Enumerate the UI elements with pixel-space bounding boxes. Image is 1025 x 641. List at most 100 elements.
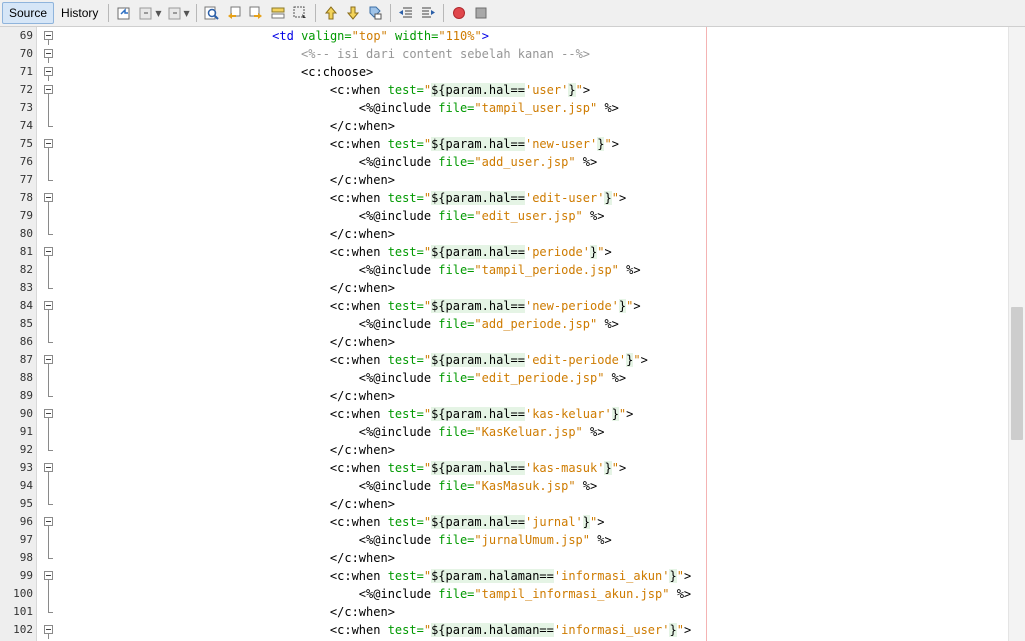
code-text[interactable]: <c:choose>	[301, 63, 373, 81]
code-text[interactable]: </c:when>	[330, 495, 395, 513]
scrollbar-thumb[interactable]	[1011, 307, 1023, 440]
start-macro-icon[interactable]	[449, 3, 469, 23]
shift-left-icon[interactable]	[396, 3, 416, 23]
tab-history[interactable]: History	[55, 2, 104, 24]
chevron-down-icon[interactable]: ▼	[155, 9, 161, 18]
code-text[interactable]: <%@include file="tampil_periode.jsp" %>	[359, 261, 641, 279]
code-text[interactable]: <c:when test="${param.hal=='new-periode'…	[330, 297, 641, 315]
fold-toggle-icon[interactable]	[44, 571, 53, 580]
fold-toggle-icon[interactable]	[44, 355, 53, 364]
code-text[interactable]: </c:when>	[330, 279, 395, 297]
code-line[interactable]: 93 <c:when test="${param.hal=='kas-masuk'…	[0, 459, 1008, 477]
code-text[interactable]: <c:when test="${param.hal=='jurnal'}">	[330, 513, 604, 531]
code-text[interactable]: <%@include file="KasKeluar.jsp" %>	[359, 423, 605, 441]
code-text[interactable]: <c:when test="${param.hal=='edit-user'}"…	[330, 189, 626, 207]
code-line[interactable]: 88 <%@include file="edit_periode.jsp" %>	[0, 369, 1008, 387]
code-line[interactable]: 89 </c:when>	[0, 387, 1008, 405]
code-line[interactable]: 87 <c:when test="${param.hal=='edit-perio…	[0, 351, 1008, 369]
previous-bookmark-icon[interactable]	[321, 3, 341, 23]
shift-right-icon[interactable]	[418, 3, 438, 23]
code-text[interactable]: </c:when>	[330, 549, 395, 567]
back-icon[interactable]	[136, 3, 156, 23]
code-text[interactable]: <%@include file="KasMasuk.jsp" %>	[359, 477, 597, 495]
code-text[interactable]: <%-- isi dari content sebelah kanan --%>	[301, 45, 590, 63]
fold-toggle-icon[interactable]	[44, 49, 53, 58]
find-icon[interactable]	[202, 3, 222, 23]
find-next-icon[interactable]	[246, 3, 266, 23]
code-line[interactable]: 73 <%@include file="tampil_user.jsp" %>	[0, 99, 1008, 117]
code-line[interactable]: 77 </c:when>	[0, 171, 1008, 189]
code-line[interactable]: 94 <%@include file="KasMasuk.jsp" %>	[0, 477, 1008, 495]
code-line[interactable]: 82 <%@include file="tampil_periode.jsp" %…	[0, 261, 1008, 279]
forward-icon[interactable]	[165, 3, 185, 23]
code-line[interactable]: 96 <c:when test="${param.hal=='jurnal'}">	[0, 513, 1008, 531]
code-line[interactable]: 75 <c:when test="${param.hal=='new-user'}…	[0, 135, 1008, 153]
code-line[interactable]: 95 </c:when>	[0, 495, 1008, 513]
code-line[interactable]: 72 <c:when test="${param.hal=='user'}">	[0, 81, 1008, 99]
code-text[interactable]: </c:when>	[330, 441, 395, 459]
fold-toggle-icon[interactable]	[44, 85, 53, 94]
fold-toggle-icon[interactable]	[44, 193, 53, 202]
code-line[interactable]: 101 </c:when>	[0, 603, 1008, 621]
code-text[interactable]: <%@include file="edit_user.jsp" %>	[359, 207, 605, 225]
code-text[interactable]: </c:when>	[330, 225, 395, 243]
code-text[interactable]: </c:when>	[330, 117, 395, 135]
code-text[interactable]: <td valign="top" width="110%">	[272, 27, 489, 45]
fold-toggle-icon[interactable]	[44, 409, 53, 418]
code-line[interactable]: 92 </c:when>	[0, 441, 1008, 459]
code-text[interactable]: </c:when>	[330, 603, 395, 621]
chevron-down-icon[interactable]: ▼	[184, 9, 190, 18]
code-editor[interactable]: 69 <td valign="top" width="110%"> 70 <%-- i…	[0, 27, 1025, 641]
code-line[interactable]: 80 </c:when>	[0, 225, 1008, 243]
code-line[interactable]: 70 <%-- isi dari content sebelah kanan --…	[0, 45, 1008, 63]
code-text[interactable]: <%@include file="add_user.jsp" %>	[359, 153, 597, 171]
code-text[interactable]: <c:when test="${param.hal=='kas-keluar'}…	[330, 405, 633, 423]
fold-toggle-icon[interactable]	[44, 67, 53, 76]
find-previous-icon[interactable]	[224, 3, 244, 23]
code-text[interactable]: </c:when>	[330, 171, 395, 189]
code-text[interactable]: <c:when test="${param.hal=='user'}">	[330, 81, 590, 99]
code-text[interactable]: <%@include file="jurnalUmum.jsp" %>	[359, 531, 612, 549]
toggle-highlight-icon[interactable]	[268, 3, 288, 23]
code-line[interactable]: 90 <c:when test="${param.hal=='kas-keluar…	[0, 405, 1008, 423]
code-text[interactable]: <c:when test="${param.hal=='edit-periode…	[330, 351, 648, 369]
code-line[interactable]: 97 <%@include file="jurnalUmum.jsp" %>	[0, 531, 1008, 549]
code-text[interactable]: <c:when test="${param.halaman=='informas…	[330, 621, 691, 639]
code-text[interactable]: <%@include file="tampil_user.jsp" %>	[359, 99, 619, 117]
code-line[interactable]: 76 <%@include file="add_user.jsp" %>	[0, 153, 1008, 171]
code-line[interactable]: 74 </c:when>	[0, 117, 1008, 135]
stop-macro-icon[interactable]	[471, 3, 491, 23]
fold-toggle-icon[interactable]	[44, 625, 53, 634]
code-line[interactable]: 86 </c:when>	[0, 333, 1008, 351]
fold-toggle-icon[interactable]	[44, 301, 53, 310]
code-text[interactable]: <c:when test="${param.hal=='new-user'}">	[330, 135, 619, 153]
fold-toggle-icon[interactable]	[44, 247, 53, 256]
code-text[interactable]: <c:when test="${param.halaman=='informas…	[330, 567, 691, 585]
code-text[interactable]: <c:when test="${param.hal=='kas-masuk'}"…	[330, 459, 626, 477]
code-line[interactable]: 91 <%@include file="KasKeluar.jsp" %>	[0, 423, 1008, 441]
vertical-scrollbar[interactable]	[1008, 27, 1025, 641]
code-line[interactable]: 102 <c:when test="${param.halaman=='infor…	[0, 621, 1008, 639]
code-text[interactable]: <%@include file="tampil_informasi_akun.j…	[359, 585, 691, 603]
last-edit-icon[interactable]	[114, 3, 134, 23]
toggle-rectangular-selection-icon[interactable]	[290, 3, 310, 23]
code-line[interactable]: 98 </c:when>	[0, 549, 1008, 567]
code-line[interactable]: 85 <%@include file="add_periode.jsp" %>	[0, 315, 1008, 333]
code-line[interactable]: 84 <c:when test="${param.hal=='new-period…	[0, 297, 1008, 315]
code-text[interactable]: <%@include file="add_periode.jsp" %>	[359, 315, 619, 333]
toggle-bookmark-icon[interactable]	[365, 3, 385, 23]
fold-toggle-icon[interactable]	[44, 517, 53, 526]
next-bookmark-icon[interactable]	[343, 3, 363, 23]
code-line[interactable]: 100 <%@include file="tampil_informasi_aku…	[0, 585, 1008, 603]
code-line[interactable]: 99 <c:when test="${param.halaman=='inform…	[0, 567, 1008, 585]
code-line[interactable]: 79 <%@include file="edit_user.jsp" %>	[0, 207, 1008, 225]
code-text[interactable]: </c:when>	[330, 387, 395, 405]
fold-toggle-icon[interactable]	[44, 463, 53, 472]
tab-source[interactable]: Source	[2, 2, 55, 24]
code-line[interactable]: 81 <c:when test="${param.hal=='periode'}"…	[0, 243, 1008, 261]
code-line[interactable]: 69 <td valign="top" width="110%">	[0, 27, 1008, 45]
fold-toggle-icon[interactable]	[44, 139, 53, 148]
fold-toggle-icon[interactable]	[44, 31, 53, 40]
code-line[interactable]: 78 <c:when test="${param.hal=='edit-user'…	[0, 189, 1008, 207]
code-text[interactable]: <c:when test="${param.hal=='periode'}">	[330, 243, 612, 261]
